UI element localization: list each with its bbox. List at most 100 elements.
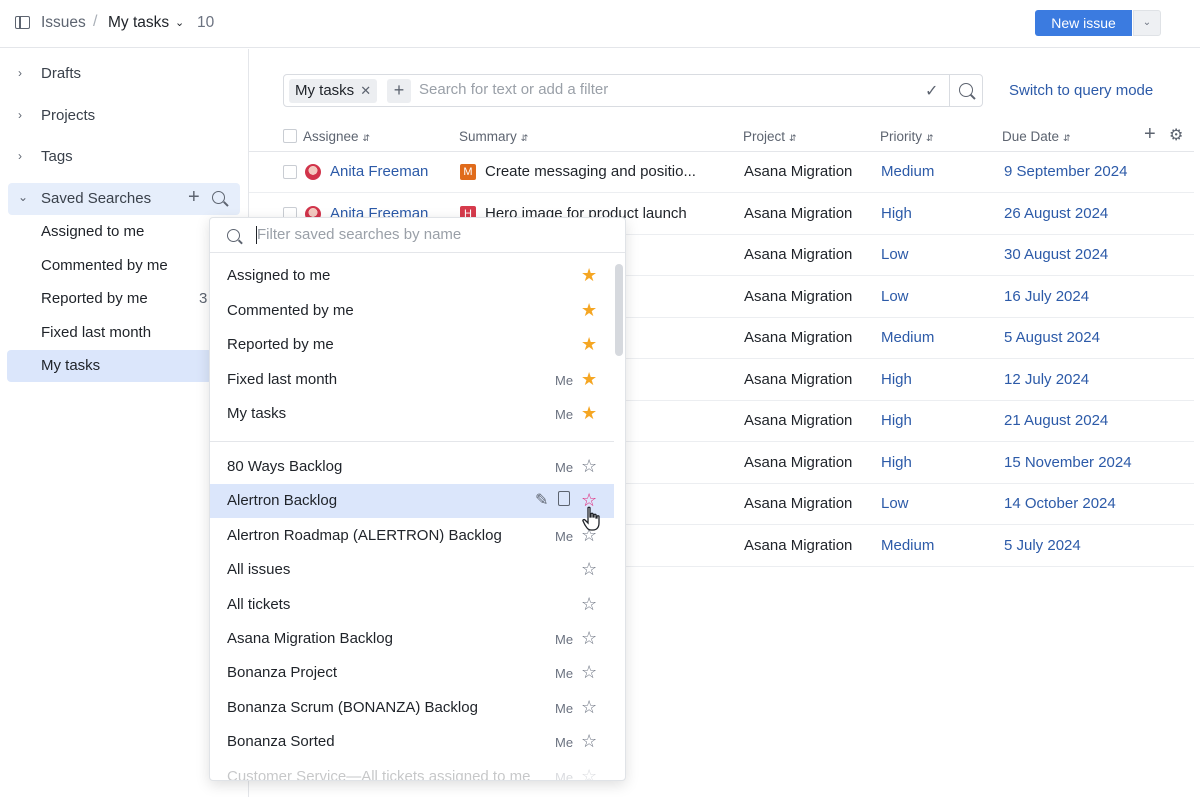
star-filled-icon[interactable]: ★ bbox=[581, 300, 597, 320]
copy-icon[interactable] bbox=[558, 491, 570, 507]
saved-search-item-active[interactable]: My tasks bbox=[7, 350, 212, 382]
star-outline-icon[interactable]: ☆ bbox=[581, 628, 597, 648]
due-date-cell[interactable]: 9 September 2024 bbox=[1004, 163, 1127, 180]
star-outline-icon[interactable]: ☆ bbox=[581, 456, 597, 476]
sidebar-toggle-icon[interactable] bbox=[15, 16, 30, 29]
priority-cell[interactable]: Low bbox=[881, 495, 909, 512]
saved-search-option[interactable]: Reported by me ★ bbox=[210, 328, 614, 362]
saved-search-option[interactable]: Alertron Backlog ✎ ☆ bbox=[210, 484, 614, 519]
switch-query-mode-link[interactable]: Switch to query mode bbox=[1009, 82, 1153, 99]
sidebar-item-projects[interactable]: › Projects bbox=[0, 100, 249, 132]
saved-search-option-label: All issues bbox=[227, 561, 291, 579]
saved-search-option[interactable]: Assigned to me ★ bbox=[210, 259, 614, 293]
priority-cell[interactable]: High bbox=[881, 205, 912, 222]
saved-search-option[interactable]: Alertron Roadmap (ALERTRON) Backlog Me ☆ bbox=[210, 519, 614, 553]
saved-search-option-label: 80 Ways Backlog bbox=[227, 458, 343, 475]
saved-search-option[interactable]: Bonanza Scrum (BONANZA) Backlog Me ☆ bbox=[210, 691, 614, 725]
saved-search-option[interactable]: All issues ☆ bbox=[210, 553, 614, 587]
search-icon[interactable] bbox=[212, 191, 225, 204]
row-checkbox[interactable] bbox=[283, 165, 297, 179]
owner-badge: Me bbox=[555, 372, 574, 388]
scrollbar[interactable] bbox=[615, 264, 623, 356]
saved-search-option[interactable]: 80 Ways Backlog Me ☆ bbox=[210, 450, 614, 484]
priority-cell[interactable]: Low bbox=[881, 246, 909, 263]
breadcrumb-issues[interactable]: Issues bbox=[41, 14, 86, 32]
divider bbox=[949, 75, 950, 106]
table-row[interactable]: Anita Freeman M Create messaging and posit… bbox=[249, 152, 1194, 193]
search-input[interactable] bbox=[419, 81, 919, 98]
star-filled-icon[interactable]: ★ bbox=[581, 369, 597, 389]
star-outline-icon[interactable]: ☆ bbox=[581, 697, 597, 717]
star-filled-icon[interactable]: ★ bbox=[581, 334, 597, 354]
close-icon[interactable]: ✕ bbox=[360, 83, 371, 98]
star-outline-icon[interactable]: ☆ bbox=[581, 594, 597, 614]
priority-cell[interactable]: High bbox=[881, 371, 912, 388]
saved-search-option-label: Customer Service—All tickets assigned to… bbox=[227, 767, 531, 781]
due-date-cell[interactable]: 30 August 2024 bbox=[1004, 246, 1108, 263]
star-outline-icon[interactable]: ☆ bbox=[581, 731, 597, 751]
add-filter-button[interactable]: + bbox=[387, 79, 411, 103]
add-column-icon[interactable]: + bbox=[1144, 123, 1156, 146]
column-header-assignee[interactable]: Assignee ⇵ bbox=[303, 129, 370, 144]
saved-search-option[interactable]: Fixed last month Me ★ bbox=[210, 363, 614, 397]
priority-cell[interactable]: Low bbox=[881, 288, 909, 305]
star-filled-icon[interactable]: ★ bbox=[581, 265, 597, 285]
breadcrumb-current[interactable]: My tasks bbox=[108, 14, 169, 32]
project-cell: Asana Migration bbox=[744, 536, 853, 554]
saved-search-option[interactable]: Customer Service—All tickets assigned to… bbox=[210, 760, 614, 781]
select-all-checkbox[interactable] bbox=[283, 129, 297, 143]
assignee-link[interactable]: Anita Freeman bbox=[330, 163, 428, 180]
column-header-due-date[interactable]: Due Date ⇵ bbox=[1002, 129, 1071, 144]
priority-cell[interactable]: High bbox=[881, 454, 912, 471]
due-date-cell[interactable]: 12 July 2024 bbox=[1004, 371, 1089, 388]
saved-search-option-label: Reported by me bbox=[227, 336, 334, 353]
saved-search-option[interactable]: Asana Migration Backlog Me ☆ bbox=[210, 622, 614, 656]
star-outline-icon[interactable]: ☆ bbox=[581, 766, 597, 780]
saved-search-option-label: Assigned to me bbox=[227, 267, 331, 284]
due-date-cell[interactable]: 26 August 2024 bbox=[1004, 205, 1108, 222]
search-icon[interactable] bbox=[959, 83, 973, 97]
edit-icon[interactable]: ✎ bbox=[535, 490, 548, 510]
priority-cell[interactable]: Medium bbox=[881, 537, 934, 554]
due-date-cell[interactable]: 15 November 2024 bbox=[1004, 454, 1132, 471]
due-date-cell[interactable]: 5 July 2024 bbox=[1004, 537, 1081, 554]
saved-search-option-label: Fixed last month bbox=[227, 370, 338, 388]
priority-cell[interactable]: High bbox=[881, 412, 912, 429]
filter-saved-searches-input[interactable] bbox=[257, 226, 597, 243]
issue-count: 10 bbox=[197, 14, 215, 31]
saved-search-option[interactable]: Commented by me ★ bbox=[210, 294, 614, 328]
new-issue-dropdown-button[interactable]: ⌄ bbox=[1133, 10, 1161, 36]
column-header-summary[interactable]: Summary ⇵ bbox=[459, 129, 528, 144]
column-header-project[interactable]: Project ⇵ bbox=[743, 129, 797, 144]
sidebar-item-tags[interactable]: › Tags bbox=[0, 141, 249, 173]
gear-icon[interactable]: ⚙ bbox=[1169, 125, 1183, 145]
sidebar-item-saved-searches[interactable]: ⌄ Saved Searches + bbox=[8, 183, 240, 215]
top-bar: Issues / My tasks ⌄ 10 New issue ⌄ bbox=[0, 0, 1200, 48]
column-header-priority[interactable]: Priority ⇵ bbox=[880, 129, 934, 144]
sidebar-item-drafts[interactable]: › Drafts bbox=[0, 58, 249, 90]
sidebar-item-label: Saved Searches bbox=[41, 190, 152, 207]
filter-chip[interactable]: My tasks ✕ bbox=[289, 79, 378, 103]
saved-search-option-label: All tickets bbox=[227, 595, 291, 613]
add-icon[interactable]: + bbox=[188, 186, 200, 209]
saved-search-option[interactable]: Bonanza Sorted Me ☆ bbox=[210, 725, 614, 759]
priority-cell[interactable]: Medium bbox=[881, 163, 934, 180]
due-date-cell[interactable]: 21 August 2024 bbox=[1004, 412, 1108, 429]
saved-search-option[interactable]: Bonanza Project Me ☆ bbox=[210, 656, 614, 690]
due-date-cell[interactable]: 14 October 2024 bbox=[1004, 495, 1116, 512]
star-outline-icon[interactable]: ☆ bbox=[581, 559, 597, 579]
chevron-down-icon[interactable]: ⌄ bbox=[175, 16, 184, 29]
checklist-icon[interactable]: ✓ bbox=[925, 81, 938, 101]
owner-badge: Me bbox=[555, 769, 574, 781]
star-filled-icon[interactable]: ★ bbox=[581, 403, 597, 423]
summary-cell[interactable]: Create messaging and positio... bbox=[485, 163, 696, 180]
due-date-cell[interactable]: 5 August 2024 bbox=[1004, 329, 1100, 346]
priority-cell[interactable]: Medium bbox=[881, 329, 934, 346]
saved-search-option[interactable]: All tickets ☆ bbox=[210, 588, 614, 622]
search-bar: My tasks ✕ + ✓ bbox=[283, 74, 983, 107]
saved-search-option[interactable]: My tasks Me ★ bbox=[210, 397, 614, 431]
project-cell: Asana Migration bbox=[744, 246, 853, 263]
due-date-cell[interactable]: 16 July 2024 bbox=[1004, 288, 1089, 305]
star-outline-icon[interactable]: ☆ bbox=[581, 662, 597, 682]
new-issue-button[interactable]: New issue bbox=[1035, 10, 1132, 36]
